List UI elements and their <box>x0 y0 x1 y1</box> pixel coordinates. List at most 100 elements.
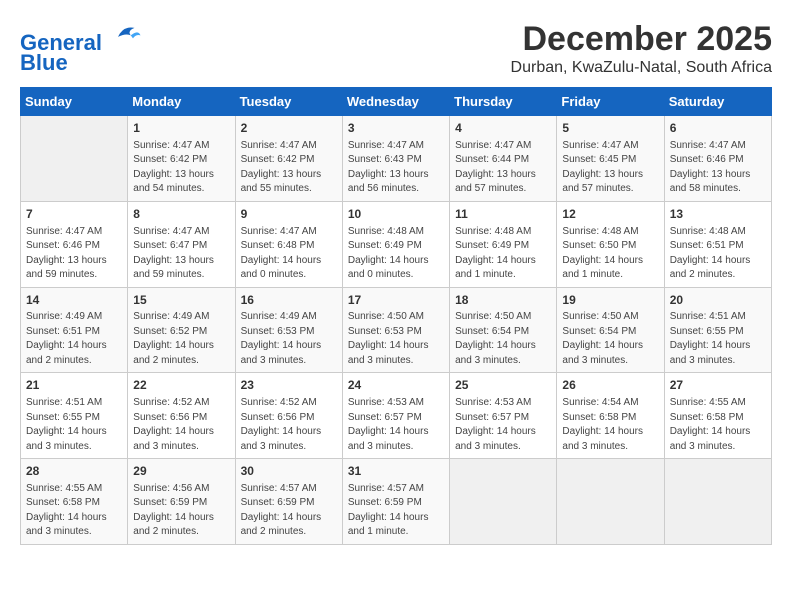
day-number: 1 <box>133 120 229 137</box>
day-number: 29 <box>133 463 229 480</box>
day-info: Sunrise: 4:47 AM Sunset: 6:45 PM Dayligh… <box>562 139 658 197</box>
title-block: December 2025 Durban, KwaZulu-Natal, Sou… <box>511 20 772 77</box>
day-info: Sunrise: 4:47 AM Sunset: 6:44 PM Dayligh… <box>455 139 551 197</box>
day-number: 22 <box>133 377 229 394</box>
day-number: 18 <box>455 292 551 309</box>
day-number: 6 <box>670 120 766 137</box>
day-number: 17 <box>348 292 444 309</box>
day-info: Sunrise: 4:55 AM Sunset: 6:58 PM Dayligh… <box>26 482 122 540</box>
day-info: Sunrise: 4:47 AM Sunset: 6:47 PM Dayligh… <box>133 225 229 283</box>
day-info: Sunrise: 4:49 AM Sunset: 6:52 PM Dayligh… <box>133 310 229 368</box>
table-row: 20Sunrise: 4:51 AM Sunset: 6:55 PM Dayli… <box>664 287 771 373</box>
calendar-title: December 2025 <box>511 20 772 59</box>
day-number: 14 <box>26 292 122 309</box>
day-info: Sunrise: 4:49 AM Sunset: 6:53 PM Dayligh… <box>241 310 337 368</box>
table-row: 13 Sunrise: 4:48 AM Sunset: 6:51 PM Dayli… <box>664 201 771 287</box>
header-tuesday: Tuesday <box>235 88 342 116</box>
day-info: Sunrise: 4:53 AM Sunset: 6:57 PM Dayligh… <box>348 396 444 454</box>
day-info: Sunrise: 4:49 AM Sunset: 6:51 PM Dayligh… <box>26 310 122 368</box>
table-row: 1 Sunrise: 4:47 AM Sunset: 6:42 PM Daylig… <box>128 116 235 202</box>
logo: General Blue <box>20 20 142 75</box>
day-info: Sunrise: 4:53 AM Sunset: 6:57 PM Dayligh… <box>455 396 551 454</box>
day-info: Sunrise: 4:50 AM Sunset: 6:54 PM Dayligh… <box>562 310 658 368</box>
table-row: 25 Sunrise: 4:53 AM Sunset: 6:57 PM Dayli… <box>450 373 557 459</box>
table-row: 4 Sunrise: 4:47 AM Sunset: 6:44 PM Daylig… <box>450 116 557 202</box>
day-number: 12 <box>562 206 658 223</box>
calendar-subtitle: Durban, KwaZulu-Natal, South Africa <box>511 59 772 77</box>
table-row: 14Sunrise: 4:49 AM Sunset: 6:51 PM Dayli… <box>21 287 128 373</box>
day-number: 19 <box>562 292 658 309</box>
day-number: 25 <box>455 377 551 394</box>
table-row: 22 Sunrise: 4:52 AM Sunset: 6:56 PM Dayli… <box>128 373 235 459</box>
day-number: 4 <box>455 120 551 137</box>
day-info: Sunrise: 4:50 AM Sunset: 6:53 PM Dayligh… <box>348 310 444 368</box>
header-monday: Monday <box>128 88 235 116</box>
day-number: 21 <box>26 377 122 394</box>
day-number: 3 <box>348 120 444 137</box>
page-header: General Blue December 2025 Durban, KwaZu… <box>20 20 772 77</box>
header-friday: Friday <box>557 88 664 116</box>
day-number: 2 <box>241 120 337 137</box>
day-info: Sunrise: 4:52 AM Sunset: 6:56 PM Dayligh… <box>133 396 229 454</box>
day-number: 24 <box>348 377 444 394</box>
table-row: 5 Sunrise: 4:47 AM Sunset: 6:45 PM Daylig… <box>557 116 664 202</box>
table-row <box>450 459 557 545</box>
day-info: Sunrise: 4:57 AM Sunset: 6:59 PM Dayligh… <box>241 482 337 540</box>
day-number: 7 <box>26 206 122 223</box>
day-info: Sunrise: 4:47 AM Sunset: 6:46 PM Dayligh… <box>26 225 122 283</box>
day-info: Sunrise: 4:48 AM Sunset: 6:49 PM Dayligh… <box>348 225 444 283</box>
header-saturday: Saturday <box>664 88 771 116</box>
day-info: Sunrise: 4:55 AM Sunset: 6:58 PM Dayligh… <box>670 396 766 454</box>
day-info: Sunrise: 4:50 AM Sunset: 6:54 PM Dayligh… <box>455 310 551 368</box>
table-row: 9 Sunrise: 4:47 AM Sunset: 6:48 PM Daylig… <box>235 201 342 287</box>
day-info: Sunrise: 4:47 AM Sunset: 6:42 PM Dayligh… <box>241 139 337 197</box>
table-row: 6 Sunrise: 4:47 AM Sunset: 6:46 PM Daylig… <box>664 116 771 202</box>
day-info: Sunrise: 4:56 AM Sunset: 6:59 PM Dayligh… <box>133 482 229 540</box>
logo-bird-icon <box>112 20 142 50</box>
day-info: Sunrise: 4:51 AM Sunset: 6:55 PM Dayligh… <box>26 396 122 454</box>
day-info: Sunrise: 4:48 AM Sunset: 6:49 PM Dayligh… <box>455 225 551 283</box>
day-info: Sunrise: 4:47 AM Sunset: 6:43 PM Dayligh… <box>348 139 444 197</box>
day-info: Sunrise: 4:47 AM Sunset: 6:42 PM Dayligh… <box>133 139 229 197</box>
table-row: 26 Sunrise: 4:54 AM Sunset: 6:58 PM Dayli… <box>557 373 664 459</box>
day-info: Sunrise: 4:48 AM Sunset: 6:51 PM Dayligh… <box>670 225 766 283</box>
header-sunday: Sunday <box>21 88 128 116</box>
table-row: 12Sunrise: 4:48 AM Sunset: 6:50 PM Dayli… <box>557 201 664 287</box>
calendar-table: Sunday Monday Tuesday Wednesday Thursday… <box>20 87 772 545</box>
day-info: Sunrise: 4:51 AM Sunset: 6:55 PM Dayligh… <box>670 310 766 368</box>
day-number: 9 <box>241 206 337 223</box>
day-number: 26 <box>562 377 658 394</box>
table-row: 16Sunrise: 4:49 AM Sunset: 6:53 PM Dayli… <box>235 287 342 373</box>
day-info: Sunrise: 4:54 AM Sunset: 6:58 PM Dayligh… <box>562 396 658 454</box>
table-row: 31Sunrise: 4:57 AM Sunset: 6:59 PM Dayli… <box>342 459 449 545</box>
table-row: 24 Sunrise: 4:53 AM Sunset: 6:57 PM Dayli… <box>342 373 449 459</box>
day-number: 11 <box>455 206 551 223</box>
table-row: 3 Sunrise: 4:47 AM Sunset: 6:43 PM Daylig… <box>342 116 449 202</box>
header-wednesday: Wednesday <box>342 88 449 116</box>
day-number: 13 <box>670 206 766 223</box>
table-row <box>21 116 128 202</box>
day-number: 5 <box>562 120 658 137</box>
day-info: Sunrise: 4:47 AM Sunset: 6:48 PM Dayligh… <box>241 225 337 283</box>
table-row: 8 Sunrise: 4:47 AM Sunset: 6:47 PM Daylig… <box>128 201 235 287</box>
day-number: 10 <box>348 206 444 223</box>
table-row <box>557 459 664 545</box>
day-info: Sunrise: 4:47 AM Sunset: 6:46 PM Dayligh… <box>670 139 766 197</box>
day-number: 27 <box>670 377 766 394</box>
table-row: 23 Sunrise: 4:52 AM Sunset: 6:56 PM Dayli… <box>235 373 342 459</box>
day-number: 23 <box>241 377 337 394</box>
day-info: Sunrise: 4:52 AM Sunset: 6:56 PM Dayligh… <box>241 396 337 454</box>
table-row: 10 Sunrise: 4:48 AM Sunset: 6:49 PM Dayli… <box>342 201 449 287</box>
table-row: 7 Sunrise: 4:47 AM Sunset: 6:46 PM Daylig… <box>21 201 128 287</box>
table-row: 11 Sunrise: 4:48 AM Sunset: 6:49 PM Dayli… <box>450 201 557 287</box>
table-row: 28Sunrise: 4:55 AM Sunset: 6:58 PM Dayli… <box>21 459 128 545</box>
table-row: 29 Sunrise: 4:56 AM Sunset: 6:59 PM Dayli… <box>128 459 235 545</box>
day-number: 30 <box>241 463 337 480</box>
calendar-week-row: 28Sunrise: 4:55 AM Sunset: 6:58 PM Dayli… <box>21 459 772 545</box>
day-number: 15 <box>133 292 229 309</box>
calendar-header-row: Sunday Monday Tuesday Wednesday Thursday… <box>21 88 772 116</box>
table-row <box>664 459 771 545</box>
day-number: 8 <box>133 206 229 223</box>
table-row: 21 Sunrise: 4:51 AM Sunset: 6:55 PM Dayli… <box>21 373 128 459</box>
header-thursday: Thursday <box>450 88 557 116</box>
